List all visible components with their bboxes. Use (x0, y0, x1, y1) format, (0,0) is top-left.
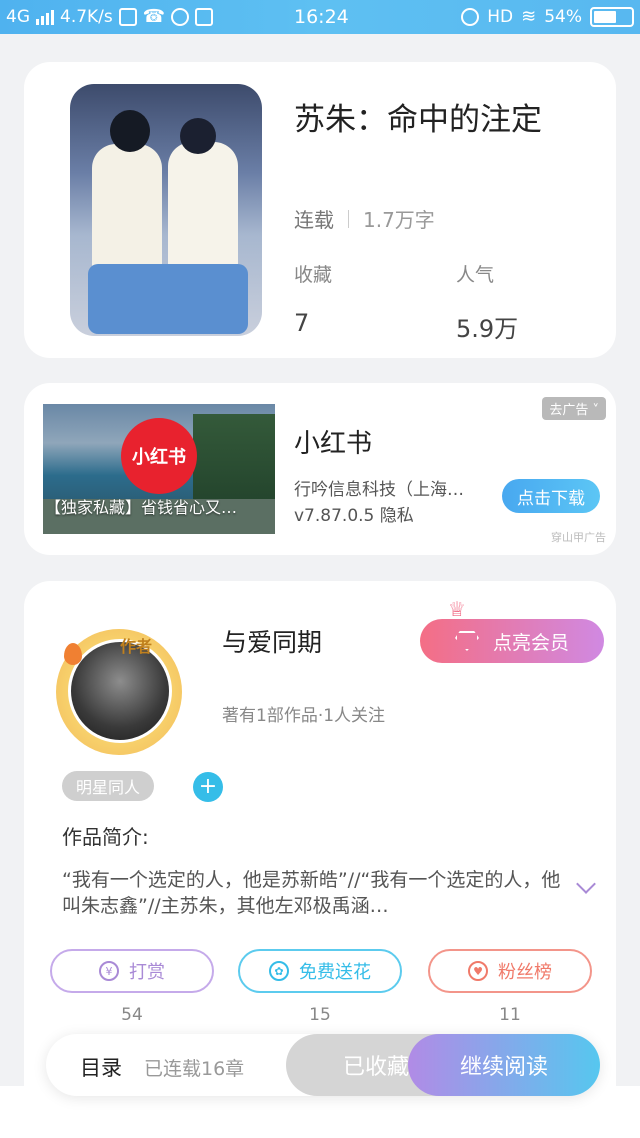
add-tag-button[interactable]: + (193, 772, 223, 802)
status-right: HD ≋ 54% (461, 6, 634, 27)
author-name[interactable]: 与爱同期 (222, 623, 322, 659)
battery-icon (590, 6, 634, 27)
status-left: 4G 4.7K/s ☎ (6, 6, 214, 27)
alarm-icon (461, 7, 480, 26)
cover-head-right (180, 118, 216, 154)
favorites-label: 收藏 (294, 264, 333, 286)
diamond-icon (454, 631, 479, 651)
book-title: 苏朱：命中的注定 (294, 102, 542, 138)
word-count: 1.7万字 (363, 208, 435, 232)
favorites-value: 7 (294, 309, 310, 337)
favorites-stat: 收藏 7 (294, 260, 332, 337)
fans-count: 11 (499, 1005, 521, 1025)
crown-icon: ♕ (448, 597, 466, 621)
send-flower-button[interactable]: ✿ 免费送花 (238, 949, 402, 993)
cover-legs (88, 264, 248, 334)
reward-button[interactable]: ¥ 打赏 (50, 949, 214, 993)
vip-button[interactable]: 点亮会员 (420, 619, 604, 663)
cover-head-left (110, 110, 150, 152)
flower-count: 15 (309, 1005, 331, 1025)
toc-button[interactable]: 目录 (80, 1052, 122, 1082)
signal-icon (36, 9, 54, 25)
ad-card[interactable]: 小红书 【独家私藏】省钱省心又… 小红书 行吟信息科技（上海… v7.87.0.… (24, 383, 616, 555)
ad-version-privacy[interactable]: v7.87.0.5 隐私 (294, 501, 414, 526)
yen-icon: ¥ (99, 961, 119, 981)
cover-figure-right (168, 142, 238, 272)
ad-caption: 【独家私藏】省钱省心又… (45, 498, 238, 517)
genre-tag[interactable]: 明星同人 (62, 771, 155, 801)
continue-reading-button[interactable]: 继续阅读 (408, 1034, 600, 1096)
intro-text: “我有一个选定的人，他是苏新皓”//“我有一个选定的人，他叫朱志鑫”//主苏朱，… (62, 869, 561, 917)
flower-label: 免费送花 (299, 962, 371, 983)
book-status: 连载 (294, 208, 334, 232)
fans-ranking-button[interactable]: ♥ 粉丝榜 (428, 949, 592, 993)
ad-image[interactable]: 小红书 【独家私藏】省钱省心又… (43, 404, 275, 534)
battery-percent: 54% (544, 6, 582, 27)
popularity-value: 5.9万 (456, 315, 519, 343)
ad-company: 行吟信息科技（上海… (294, 480, 464, 500)
network-label: 4G (6, 6, 30, 27)
ad-brand-logo: 小红书 (121, 418, 197, 494)
book-info-card: 苏朱：命中的注定 连载 1.7万字 收藏 7 人气 5.9万 (24, 62, 616, 358)
remove-ad-button[interactable]: 去广告 ˅ (542, 397, 606, 420)
message-icon (171, 7, 190, 26)
clock: 16:24 (294, 6, 349, 28)
chapter-count[interactable]: 已连载16章 (144, 1054, 244, 1081)
download-button[interactable]: 点击下载 (502, 479, 600, 513)
vip-label: 点亮会员 (492, 631, 569, 654)
phone-icon: ☎ (142, 6, 166, 27)
flower-icon: ✿ (269, 961, 289, 981)
divider (348, 209, 349, 228)
ad-source: 穿山甲广告 (551, 531, 606, 544)
app-notify-icon (195, 7, 214, 26)
reward-count: 54 (121, 1005, 143, 1025)
expand-chevron-icon[interactable] (575, 877, 597, 899)
balloon-icon (64, 643, 82, 665)
net-speed: 4.7K/s (60, 6, 113, 27)
intro-heading: 作品简介: (62, 825, 149, 849)
fans-label: 粉丝榜 (498, 962, 552, 983)
status-bar: 4G 4.7K/s ☎ 16:24 HD ≋ 54% (0, 0, 640, 34)
ad-logo-text: 小红书 (132, 447, 186, 468)
cover-figure-left (92, 144, 162, 274)
chevron-down-icon: ˅ (592, 403, 600, 418)
video-icon (118, 7, 137, 26)
author-badge: 作者 (120, 637, 153, 656)
book-status-row: 连载 1.7万字 (294, 204, 435, 233)
wifi-icon: ≋ (521, 6, 537, 27)
fan-user-icon: ♥ (468, 961, 488, 981)
ad-title: 小红书 (294, 429, 373, 459)
author-meta: 著有1部作品·1人关注 (222, 706, 386, 726)
reward-label: 打赏 (129, 962, 165, 983)
bottom-action-bar: 目录 已连载16章 已收藏 继续阅读 (46, 1034, 600, 1096)
remove-ad-label: 去广告 (549, 403, 589, 418)
hd-label: HD (487, 6, 514, 27)
popularity-stat: 人气 5.9万 (456, 260, 518, 344)
book-cover[interactable] (70, 84, 262, 336)
popularity-label: 人气 (456, 264, 495, 286)
